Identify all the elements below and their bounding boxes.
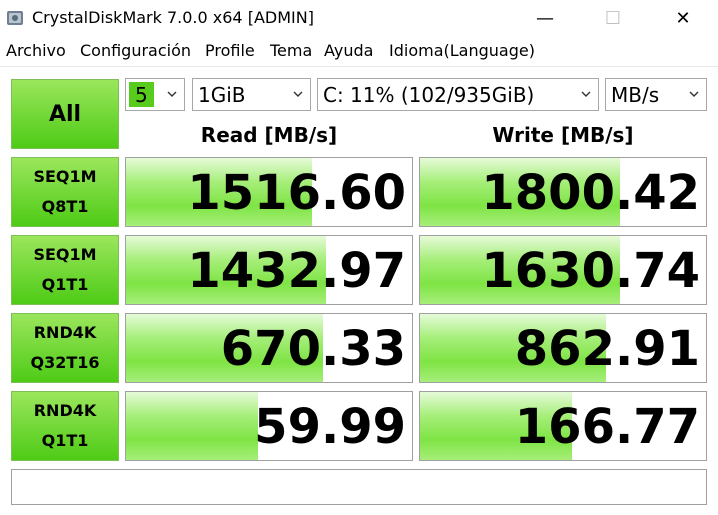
read-header: Read [MB/s] — [200, 123, 338, 147]
menu-ayuda[interactable]: Ayuda — [324, 41, 373, 60]
menu-bar: Archivo Configuración Profile Tema Ayuda… — [0, 40, 718, 64]
chevron-down-icon — [581, 91, 591, 97]
maximize-button[interactable]: ☐ — [590, 0, 636, 37]
menu-archivo[interactable]: Archivo — [6, 41, 66, 60]
test-params: Q1T1 — [41, 431, 89, 450]
app-icon — [7, 11, 23, 25]
test-rnd4k-q32t16-button[interactable]: RND4K Q32T16 — [11, 313, 119, 383]
test-name: RND4K — [33, 323, 97, 342]
test-name: SEQ1M — [33, 167, 97, 186]
read-value: 1516.60 — [187, 165, 406, 221]
test-params: Q8T1 — [41, 197, 89, 216]
close-button[interactable]: ✕ — [660, 0, 706, 37]
test-name: RND4K — [33, 401, 97, 420]
menu-configuracion[interactable]: Configuración — [80, 41, 191, 60]
window-title: CrystalDiskMark 7.0.0 x64 [ADMIN] — [32, 8, 314, 27]
read-result: 1516.60 — [125, 157, 413, 227]
all-button[interactable]: All — [11, 79, 119, 149]
main-panel: All 5 1GiB C: 11% (102/935GiB) MB/s Read… — [0, 67, 718, 515]
read-value: 1432.97 — [187, 243, 406, 299]
test-seq1m-q8t1-button[interactable]: SEQ1M Q8T1 — [11, 157, 119, 227]
test-seq1m-q1t1-button[interactable]: SEQ1M Q1T1 — [11, 235, 119, 305]
test-rnd4k-q1t1-button[interactable]: RND4K Q1T1 — [11, 391, 119, 461]
test-count-select[interactable]: 5 — [125, 78, 185, 111]
write-header: Write [MB/s] — [492, 123, 634, 147]
title-bar: CrystalDiskMark 7.0.0 x64 [ADMIN] — ☐ ✕ — [0, 0, 718, 37]
test-name: SEQ1M — [33, 245, 97, 264]
test-count-value: 5 — [129, 82, 154, 107]
write-result: 862.91 — [419, 313, 707, 383]
write-result: 1630.74 — [419, 235, 707, 305]
test-params: Q32T16 — [30, 353, 100, 372]
read-result: 59.99 — [125, 391, 413, 461]
read-value: 59.99 — [254, 399, 406, 455]
menu-tema[interactable]: Tema — [270, 41, 312, 60]
menu-idioma[interactable]: Idioma(Language) — [389, 41, 535, 60]
write-value: 166.77 — [514, 399, 700, 455]
drive-value: C: 11% (102/935GiB) — [323, 82, 535, 107]
chevron-down-icon — [293, 91, 303, 97]
test-params: Q1T1 — [41, 275, 89, 294]
write-value: 862.91 — [514, 321, 700, 377]
test-size-select[interactable]: 1GiB — [192, 78, 311, 111]
minimize-button[interactable]: — — [522, 0, 568, 37]
test-size-value: 1GiB — [198, 82, 246, 107]
write-result: 1800.42 — [419, 157, 707, 227]
read-result: 1432.97 — [125, 235, 413, 305]
chevron-down-icon — [689, 91, 699, 97]
write-value: 1630.74 — [481, 243, 700, 299]
menu-profile[interactable]: Profile — [205, 41, 255, 60]
read-value: 670.33 — [220, 321, 406, 377]
comment-input[interactable] — [11, 469, 707, 505]
read-result: 670.33 — [125, 313, 413, 383]
unit-select[interactable]: MB/s — [605, 78, 707, 111]
write-value: 1800.42 — [481, 165, 700, 221]
write-result: 166.77 — [419, 391, 707, 461]
unit-value: MB/s — [611, 82, 660, 107]
read-bar — [126, 392, 258, 460]
chevron-down-icon — [167, 91, 177, 97]
drive-select[interactable]: C: 11% (102/935GiB) — [317, 78, 599, 111]
